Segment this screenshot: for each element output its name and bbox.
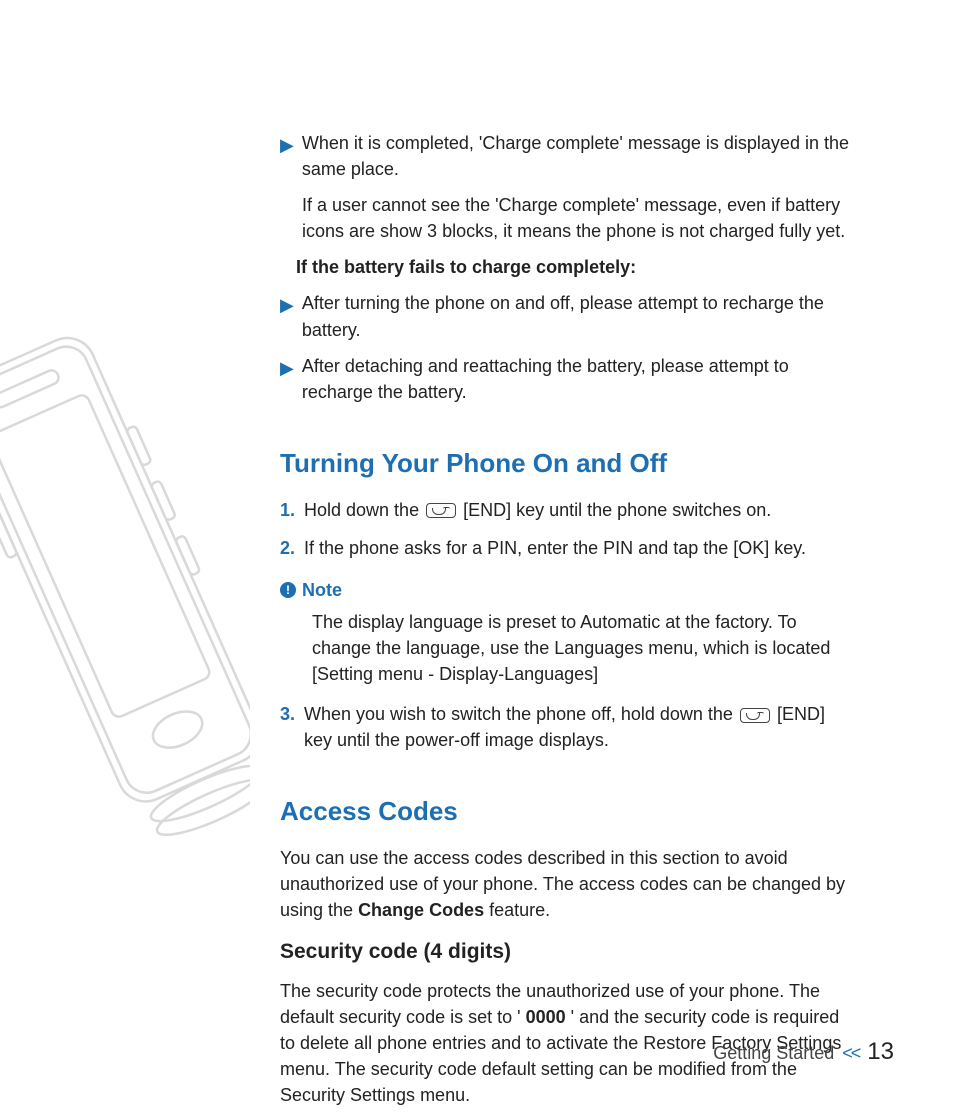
page-content: ▶ When it is completed, 'Charge complete… xyxy=(280,130,850,1118)
bullet-text: After detaching and reattaching the batt… xyxy=(302,353,850,405)
end-key-icon xyxy=(426,503,456,518)
footer-section-name: Getting Started xyxy=(713,1043,834,1064)
paragraph: You can use the access codes described i… xyxy=(280,845,850,923)
section-heading-access: Access Codes xyxy=(280,793,850,831)
bullet-text: When it is completed, 'Charge complete' … xyxy=(302,130,850,182)
list-item: 1. Hold down the [END] key until the pho… xyxy=(280,497,850,523)
note-block: ! Note The display language is preset to… xyxy=(280,577,850,687)
arrow-right-icon: ▶ xyxy=(280,292,294,318)
subsection-heading: Security code (4 digits) xyxy=(280,937,850,967)
page-footer: Getting Started << 13 xyxy=(713,1038,894,1066)
bold-text: 0000 xyxy=(526,1007,566,1027)
arrow-right-icon: ▶ xyxy=(280,132,294,158)
numbered-list-cont: 3. When you wish to switch the phone off… xyxy=(280,701,850,753)
numbered-list: 1. Hold down the [END] key until the pho… xyxy=(280,497,850,561)
bullet-item: ▶ After detaching and reattaching the ba… xyxy=(280,353,850,405)
bullet-item: ▶ After turning the phone on and off, pl… xyxy=(280,290,850,342)
step-number: 3. xyxy=(280,701,304,727)
step-text: Hold down the [END] key until the phone … xyxy=(304,497,850,523)
list-item: 2. If the phone asks for a PIN, enter th… xyxy=(280,535,850,561)
bullet-subtext: If a user cannot see the 'Charge complet… xyxy=(302,192,850,244)
bold-text: Change Codes xyxy=(358,900,484,920)
arrow-right-icon: ▶ xyxy=(280,355,294,381)
step-number: 1. xyxy=(280,497,304,523)
note-heading: ! Note xyxy=(280,577,850,603)
list-item: 3. When you wish to switch the phone off… xyxy=(280,701,850,753)
info-icon: ! xyxy=(280,582,296,598)
page-number: 13 xyxy=(867,1038,894,1066)
emphasis-line: If the battery fails to charge completel… xyxy=(296,254,850,280)
step-number: 2. xyxy=(280,535,304,561)
note-label: Note xyxy=(302,577,342,603)
step-text: If the phone asks for a PIN, enter the P… xyxy=(304,535,850,561)
bullet-text: After turning the phone on and off, plea… xyxy=(302,290,850,342)
end-key-icon xyxy=(740,708,770,723)
section-heading-turning: Turning Your Phone On and Off xyxy=(280,445,850,483)
note-body: The display language is preset to Automa… xyxy=(312,609,850,687)
bullet-item: ▶ When it is completed, 'Charge complete… xyxy=(280,130,850,182)
chevron-left-icon: << xyxy=(842,1043,859,1064)
phone-illustration xyxy=(0,310,250,870)
step-text: When you wish to switch the phone off, h… xyxy=(304,701,850,753)
